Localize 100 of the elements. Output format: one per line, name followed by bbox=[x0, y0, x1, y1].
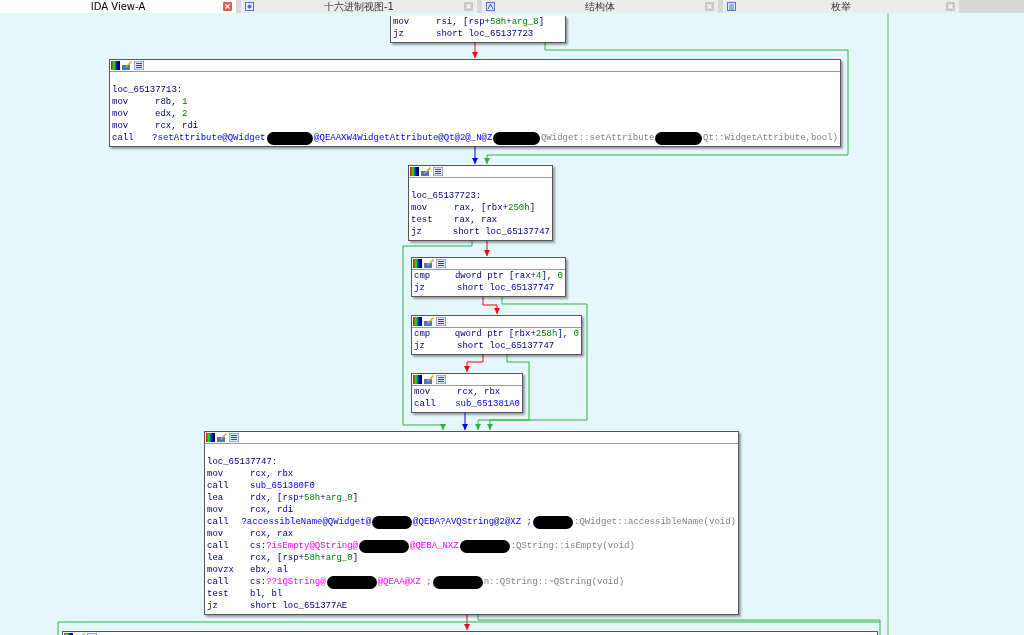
operand-text: rcx, [rsp+58h+arg_0] bbox=[250, 552, 359, 564]
list-icon[interactable] bbox=[436, 317, 446, 326]
instruction-mnemonic: movzx bbox=[207, 564, 235, 576]
code-label: loc_65137723: bbox=[411, 191, 482, 201]
operand-text: rax, [rbx+250h] bbox=[454, 202, 536, 214]
operand-text: rax, rax bbox=[454, 214, 498, 226]
instruction-mnemonic: mov bbox=[207, 468, 225, 480]
instruction-mnemonic: call bbox=[207, 516, 230, 528]
instruction-mnemonic: test bbox=[411, 214, 434, 226]
instruction-mnemonic: call bbox=[414, 398, 437, 410]
operand-text: ebx, al bbox=[250, 564, 288, 576]
list-icon bbox=[727, 2, 736, 11]
color-palette-icon[interactable] bbox=[413, 375, 422, 384]
list-icon[interactable] bbox=[436, 259, 446, 268]
operand-text: r8b, 1 bbox=[155, 96, 188, 108]
operand-text: rcx, rbx bbox=[457, 386, 501, 398]
redaction-mark bbox=[655, 131, 702, 145]
operand-text: n::QString::~QString(void) bbox=[483, 576, 625, 588]
list-icon[interactable] bbox=[134, 61, 144, 70]
redaction-mark bbox=[532, 515, 573, 529]
redaction-mark bbox=[372, 515, 413, 529]
operand-text: @QEBA_NXZ bbox=[410, 540, 459, 552]
instruction-mnemonic: lea bbox=[207, 552, 225, 564]
edit-icon[interactable] bbox=[424, 317, 434, 326]
redaction-mark bbox=[359, 539, 410, 553]
operand-text: rcx, rdi bbox=[250, 504, 294, 516]
operand-text: short loc_65137723 bbox=[436, 28, 534, 40]
instruction-mnemonic: test bbox=[207, 588, 230, 600]
instruction-mnemonic: jz bbox=[414, 340, 426, 352]
operand-text: edx, 2 bbox=[155, 108, 188, 120]
color-palette-icon[interactable] bbox=[111, 61, 120, 70]
operand-text: sub_651380F0 bbox=[250, 480, 315, 492]
list-icon[interactable] bbox=[229, 433, 239, 442]
operand-text: rcx, rbx bbox=[250, 468, 294, 480]
instruction-mnemonic: mov bbox=[393, 16, 411, 28]
operand-text: sub_651381A0 bbox=[455, 398, 520, 410]
operand-text: bl, bl bbox=[250, 588, 283, 600]
instruction-mnemonic: mov bbox=[207, 504, 225, 516]
operand-text: dword ptr [rax+4], 0 bbox=[454, 270, 563, 282]
operand-text: short loc_65137747 bbox=[457, 282, 555, 294]
close-icon[interactable] bbox=[223, 2, 232, 11]
instruction-mnemonic: mov bbox=[112, 120, 130, 132]
instruction-mnemonic: cmp bbox=[414, 328, 432, 340]
operand-text: QWidget::setAttribute bbox=[540, 132, 655, 144]
operand-text: @QEAA@XZ ; bbox=[377, 576, 432, 588]
instruction-mnemonic: call bbox=[207, 480, 230, 492]
instruction-mnemonic: call bbox=[207, 576, 230, 588]
window-icon bbox=[245, 2, 254, 11]
operand-text: ?accessibleName@QWidget@ bbox=[241, 516, 372, 528]
list-icon[interactable] bbox=[436, 375, 446, 384]
instruction-mnemonic: jz bbox=[411, 226, 423, 238]
redaction-mark bbox=[432, 575, 483, 589]
tab[interactable]: 十六进制视图-1 bbox=[241, 0, 477, 13]
tab[interactable]: IDA View-A bbox=[0, 0, 236, 13]
operand-text: rcx, rdi bbox=[155, 120, 199, 132]
instruction-mnemonic: call bbox=[112, 132, 135, 144]
instruction-mnemonic: jz bbox=[393, 28, 405, 40]
code-label: loc_65137747: bbox=[207, 457, 278, 467]
edit-icon[interactable] bbox=[421, 167, 431, 176]
instruction-mnemonic: mov bbox=[207, 528, 225, 540]
instruction-mnemonic: lea bbox=[207, 492, 225, 504]
operand-text: @QEAAXW4WidgetAttribute@Qt@2@_N@Z bbox=[314, 132, 493, 144]
redaction-mark bbox=[326, 575, 377, 589]
redaction-mark bbox=[459, 539, 510, 553]
edit-icon[interactable] bbox=[424, 259, 434, 268]
instruction-mnemonic: mov bbox=[112, 96, 130, 108]
operand-text: Qt::WidgetAttribute,bool) bbox=[703, 132, 838, 144]
operand-text: rcx, rax bbox=[250, 528, 294, 540]
instruction-mnemonic: mov bbox=[112, 108, 130, 120]
instruction-mnemonic: cmp bbox=[414, 270, 432, 282]
color-palette-icon[interactable] bbox=[206, 433, 215, 442]
operand-text: short loc_65137747 bbox=[452, 226, 550, 238]
instruction-mnemonic: mov bbox=[411, 202, 429, 214]
operand-text: ?setAttribute@QWidget bbox=[152, 132, 266, 144]
operand-text: rsi, [rsp+58h+arg_8] bbox=[436, 16, 545, 28]
operand-text: short loc_651377AE bbox=[250, 600, 348, 612]
tab[interactable]: 结构体 bbox=[482, 0, 718, 13]
operand-text: :QWidget::accessibleName(void) bbox=[574, 516, 736, 528]
redaction-mark bbox=[493, 131, 540, 145]
code-label: loc_65137713: bbox=[112, 85, 183, 95]
operand-text: cs:?isEmpty@QString@ bbox=[250, 540, 359, 552]
instruction-mnemonic: jz bbox=[207, 600, 219, 612]
color-palette-icon[interactable] bbox=[410, 167, 419, 176]
operand-text: @QEBA?AVQString@2@XZ ; bbox=[413, 516, 532, 528]
redaction-mark bbox=[266, 131, 314, 145]
operand-text: short loc_65137747 bbox=[457, 340, 555, 352]
tab[interactable]: 枚举 bbox=[723, 0, 959, 13]
operand-text: :QString::isEmpty(void) bbox=[510, 540, 635, 552]
edit-icon[interactable] bbox=[122, 61, 132, 70]
instruction-mnemonic: jz bbox=[414, 282, 426, 294]
operand-text: qword ptr [rbx+258h], 0 bbox=[454, 328, 579, 340]
instruction-mnemonic: call bbox=[207, 540, 230, 552]
structure-icon bbox=[486, 2, 495, 11]
list-icon[interactable] bbox=[433, 167, 443, 176]
edit-icon[interactable] bbox=[217, 433, 227, 442]
edit-icon[interactable] bbox=[424, 375, 434, 384]
color-palette-icon[interactable] bbox=[413, 317, 422, 326]
instruction-mnemonic: mov bbox=[414, 386, 432, 398]
operand-text: cs:??1QString@ bbox=[250, 576, 326, 588]
color-palette-icon[interactable] bbox=[413, 259, 422, 268]
